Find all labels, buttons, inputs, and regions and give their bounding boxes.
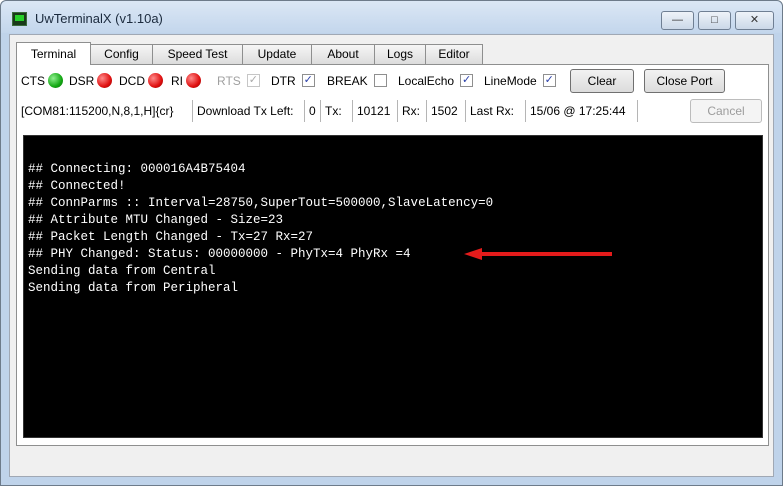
dcd-led-icon <box>148 73 163 89</box>
terminal-line: ## Attribute MTU Changed - Size=23 <box>28 213 284 227</box>
terminal-line: ## Connected! <box>28 179 126 193</box>
window-title: UwTerminalX (v1.10a) <box>35 11 163 26</box>
tab-speed-test[interactable]: Speed Test <box>152 44 243 64</box>
tab-about[interactable]: About <box>311 44 375 64</box>
status-bar: [COM81:115200,N,8,1,H]{cr} Download Tx L… <box>21 100 701 122</box>
checkmark-icon[interactable]: ✓ <box>301 74 315 88</box>
minimize-button[interactable]: — <box>661 11 694 30</box>
rx-value: 1502 <box>427 100 466 122</box>
control-row: CTS DSR DCD RI RTS ✓ DTR ✓ BREAK LocalEc… <box>21 69 761 93</box>
dcd-label: DCD <box>119 74 145 88</box>
cancel-button[interactable]: Cancel <box>690 99 762 123</box>
ri-indicator: RI <box>171 70 201 92</box>
terminal-line: Sending data from Peripheral <box>28 281 239 295</box>
linemode-checkbox[interactable]: LineMode ✓ <box>484 70 556 92</box>
cts-label: CTS <box>21 74 45 88</box>
red-arrow-icon <box>464 248 612 260</box>
tab-update[interactable]: Update <box>242 44 312 64</box>
tab-terminal[interactable]: Terminal <box>16 42 91 65</box>
tab-logs[interactable]: Logs <box>374 44 426 64</box>
checkmark-icon[interactable]: ✓ <box>542 74 556 88</box>
terminal-line: ## Connecting: 000016A4B75404 <box>28 162 246 176</box>
last-rx-value: 15/06 @ 17:25:44 <box>526 100 638 122</box>
localecho-label: LocalEcho <box>398 74 455 88</box>
ri-label: RI <box>171 74 183 88</box>
cts-indicator: CTS <box>21 70 63 92</box>
clear-button[interactable]: Clear <box>570 69 634 93</box>
tx-label: Tx: <box>321 100 353 122</box>
dtr-checkbox[interactable]: DTR ✓ <box>271 70 315 92</box>
tab-config[interactable]: Config <box>90 44 153 64</box>
dtr-label: DTR <box>271 74 296 88</box>
rts-checkbox[interactable]: RTS ✓ <box>217 70 260 92</box>
dsr-indicator: DSR <box>69 70 113 92</box>
terminal-line: ## ConnParms :: Interval=28750,SuperTout… <box>28 196 494 210</box>
dsr-led-icon <box>97 73 113 89</box>
download-tx-left-value: 0 <box>305 100 321 122</box>
terminal-output[interactable]: ## Connecting: 000016A4B75404 ## Connect… <box>23 135 763 438</box>
cts-led-icon <box>48 73 63 89</box>
checkmark-icon[interactable]: ✓ <box>246 74 260 88</box>
maximize-button[interactable]: □ <box>698 11 731 30</box>
client-area: Terminal Config Speed Test Update About … <box>9 34 774 477</box>
app-window: UwTerminalX (v1.10a) — □ ✕ Terminal Conf… <box>0 0 783 486</box>
close-button[interactable]: ✕ <box>735 11 774 30</box>
break-label: BREAK <box>327 74 368 88</box>
terminal-panel: CTS DSR DCD RI RTS ✓ DTR ✓ BREAK LocalEc… <box>16 64 769 446</box>
rts-label: RTS <box>217 74 241 88</box>
title-bar[interactable]: UwTerminalX (v1.10a) — □ ✕ <box>1 1 782 33</box>
checkmark-icon[interactable]: ✓ <box>460 74 474 88</box>
dsr-label: DSR <box>69 74 95 88</box>
terminal-line: Sending data from Central <box>28 264 216 278</box>
ri-led-icon <box>186 73 201 89</box>
dcd-indicator: DCD <box>119 70 163 92</box>
tx-value: 10121 <box>353 100 398 122</box>
terminal-line: ## PHY Changed: Status: 00000000 - PhyTx… <box>28 247 411 261</box>
download-tx-left-label: Download Tx Left: <box>193 100 305 122</box>
tab-editor[interactable]: Editor <box>425 44 483 64</box>
terminal-line: ## Packet Length Changed - Tx=27 Rx=27 <box>28 230 314 244</box>
terminal-app-icon <box>12 12 27 26</box>
port-settings: [COM81:115200,N,8,1,H]{cr} <box>21 100 193 122</box>
rx-label: Rx: <box>398 100 427 122</box>
linemode-label: LineMode <box>484 74 537 88</box>
empty-checkbox-icon[interactable] <box>373 74 387 88</box>
last-rx-label: Last Rx: <box>466 100 526 122</box>
localecho-checkbox[interactable]: LocalEcho ✓ <box>398 70 474 92</box>
close-port-button[interactable]: Close Port <box>644 69 725 93</box>
break-checkbox[interactable]: BREAK <box>327 70 387 92</box>
